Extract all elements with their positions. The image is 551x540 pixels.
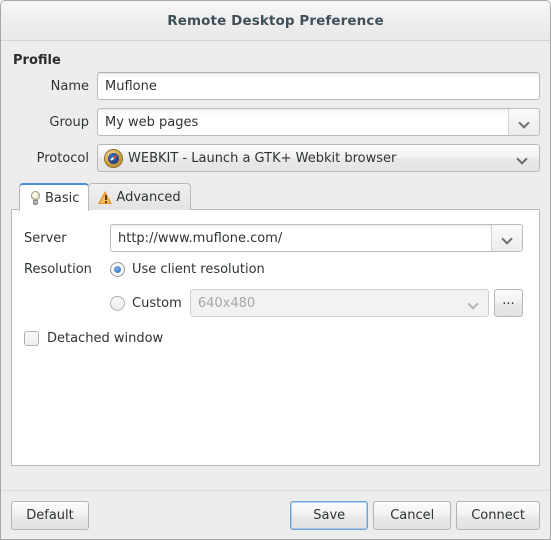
protocol-combobox-arrow[interactable]	[511, 154, 533, 163]
group-combobox-arrow[interactable]	[508, 109, 539, 135]
compass-icon	[105, 149, 122, 167]
profile-section-title: Profile	[13, 53, 61, 68]
protocol-combobox-value: WEBKIT - Launch a GTK+ Webkit browser	[128, 150, 397, 166]
dialog-content: Profile Name Muflone Group My web pages …	[1, 53, 550, 539]
group-combobox[interactable]: My web pages	[97, 108, 540, 136]
checkbox-detached-window-label: Detached window	[47, 331, 164, 346]
profile-protocol-row: Protocol WEBKIT - Launch a GTK+ Webkit b…	[11, 144, 540, 172]
chevron-down-icon	[469, 299, 478, 308]
window-titlebar: Remote Desktop Preference	[1, 1, 550, 41]
custom-resolution-browse-button[interactable]: ...	[494, 289, 523, 317]
tab-basic-label: Basic	[45, 190, 80, 206]
server-combobox-value: http://www.muflone.com/	[118, 230, 283, 246]
server-row: Server http://www.muflone.com/	[24, 224, 523, 252]
tab-advanced[interactable]: Advanced	[88, 183, 191, 210]
checkbox-detached-window[interactable]	[24, 331, 39, 346]
radio-use-client-resolution-label: Use client resolution	[132, 262, 265, 277]
default-button[interactable]: Default	[11, 500, 89, 530]
radio-custom-resolution-label: Custom	[132, 295, 182, 311]
chevron-down-icon	[503, 234, 512, 243]
resolution-custom-row: Custom 640x480 ...	[24, 289, 523, 317]
server-combobox-arrow[interactable]	[491, 225, 522, 251]
group-combobox-value: My web pages	[105, 114, 199, 130]
custom-resolution-combobox: 640x480	[189, 289, 489, 317]
settings-notebook: Basic Advanced Server http://www.muflone…	[11, 180, 540, 466]
name-label: Name	[50, 78, 89, 94]
dialog-action-bar: Default Save Cancel Connect	[1, 490, 550, 539]
protocol-combobox[interactable]: WEBKIT - Launch a GTK+ Webkit browser	[97, 144, 540, 172]
save-button[interactable]: Save	[290, 500, 369, 530]
server-label: Server	[24, 230, 67, 246]
name-input[interactable]: Muflone	[97, 72, 540, 100]
server-combobox[interactable]: http://www.muflone.com/	[110, 224, 523, 252]
tab-basic[interactable]: Basic	[19, 183, 90, 211]
chevron-down-icon	[518, 154, 527, 163]
protocol-label: Protocol	[36, 150, 89, 166]
resolution-label: Resolution	[24, 262, 92, 277]
warning-triangle-icon	[98, 190, 113, 204]
resolution-client-row: Resolution Use client resolution	[24, 262, 523, 277]
radio-use-client-resolution[interactable]	[110, 262, 125, 277]
lightbulb-icon	[29, 190, 42, 206]
custom-resolution-value: 640x480	[197, 295, 256, 311]
tab-panel-basic: Server http://www.muflone.com/ Resolutio…	[11, 209, 540, 466]
profile-group-row: Group My web pages	[11, 108, 540, 136]
remote-desktop-preference-window: Remote Desktop Preference Profile Name M…	[0, 0, 551, 540]
tab-advanced-label: Advanced	[116, 189, 181, 205]
cancel-button[interactable]: Cancel	[373, 500, 452, 530]
group-label: Group	[49, 114, 89, 130]
notebook-tabstrip: Basic Advanced	[11, 180, 540, 211]
custom-resolution-arrow	[458, 290, 488, 316]
profile-name-row: Name Muflone	[11, 72, 540, 100]
chevron-down-icon	[520, 118, 529, 127]
detached-window-row: Detached window	[24, 331, 523, 346]
radio-custom-resolution[interactable]	[110, 295, 125, 311]
window-title: Remote Desktop Preference	[167, 12, 384, 29]
connect-button[interactable]: Connect	[456, 500, 540, 530]
